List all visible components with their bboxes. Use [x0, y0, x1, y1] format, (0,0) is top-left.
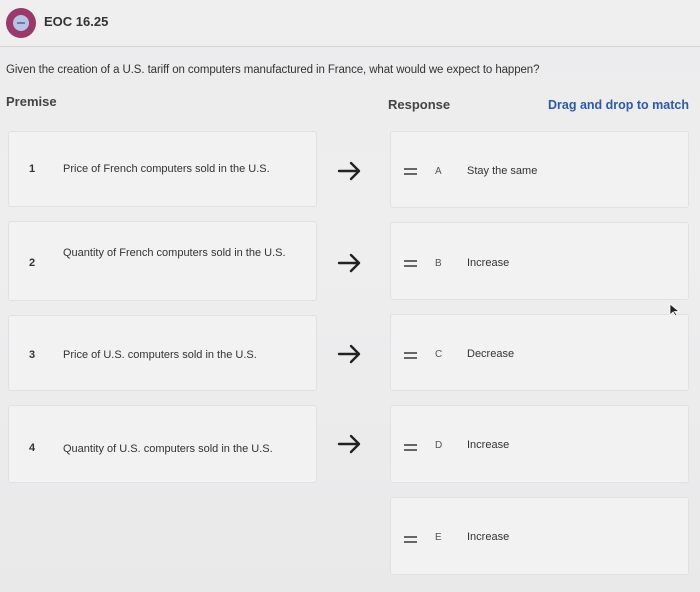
drag-handle-icon[interactable] [404, 536, 418, 544]
response-letter: E [435, 532, 442, 543]
premise-number: 2 [29, 257, 36, 269]
response-text: Increase [467, 257, 510, 269]
question-text: Given the creation of a U.S. tariff on c… [6, 64, 540, 76]
premise-text: Quantity of U.S. computers sold in the U… [63, 443, 273, 455]
premise-number: 1 [29, 163, 36, 175]
response-text: Stay the same [467, 165, 538, 177]
premise-card-4: 4 Quantity of U.S. computers sold in the… [8, 405, 317, 483]
premise-text: Price of U.S. computers sold in the U.S. [63, 349, 257, 361]
premise-number: 3 [29, 349, 36, 361]
response-card-c[interactable]: C Decrease [390, 314, 689, 391]
response-letter: A [435, 166, 442, 177]
response-card-b[interactable]: B Increase [390, 222, 689, 300]
response-text: Increase [467, 531, 510, 543]
arrow-right-icon [337, 434, 361, 454]
arrow-right-icon [337, 253, 361, 273]
premise-card-3: 3 Price of U.S. computers sold in the U.… [8, 315, 317, 391]
premise-text: Price of French computers sold in the U.… [63, 163, 270, 175]
drag-drop-instruction: Drag and drop to match [548, 98, 689, 112]
header-bar: EOC 16.25 [0, 0, 700, 47]
premise-number: 4 [29, 442, 36, 454]
drag-handle-icon[interactable] [404, 260, 418, 268]
drag-handle-icon[interactable] [404, 352, 418, 360]
response-text: Increase [467, 439, 510, 451]
response-text: Decrease [467, 348, 515, 360]
premise-card-1: 1 Price of French computers sold in the … [8, 131, 317, 207]
premise-column-header: Premise [6, 94, 57, 109]
arrow-right-icon [337, 161, 361, 181]
assignment-title: EOC 16.25 [44, 14, 109, 29]
response-column-header: Response [388, 97, 451, 112]
response-letter: C [435, 349, 443, 360]
mouse-cursor-icon [669, 303, 681, 317]
arrow-right-icon [337, 344, 361, 364]
response-letter: B [435, 258, 442, 269]
app-logo-icon [6, 8, 36, 38]
response-card-d[interactable]: D Increase [390, 405, 689, 483]
premise-text: Quantity of French computers sold in the… [63, 247, 286, 259]
response-card-e[interactable]: E Increase [390, 497, 689, 575]
response-letter: D [435, 440, 443, 451]
premise-card-2: 2 Quantity of French computers sold in t… [8, 221, 317, 301]
drag-handle-icon[interactable] [404, 444, 418, 452]
drag-handle-icon[interactable] [404, 168, 418, 176]
response-card-a[interactable]: A Stay the same [390, 131, 689, 208]
